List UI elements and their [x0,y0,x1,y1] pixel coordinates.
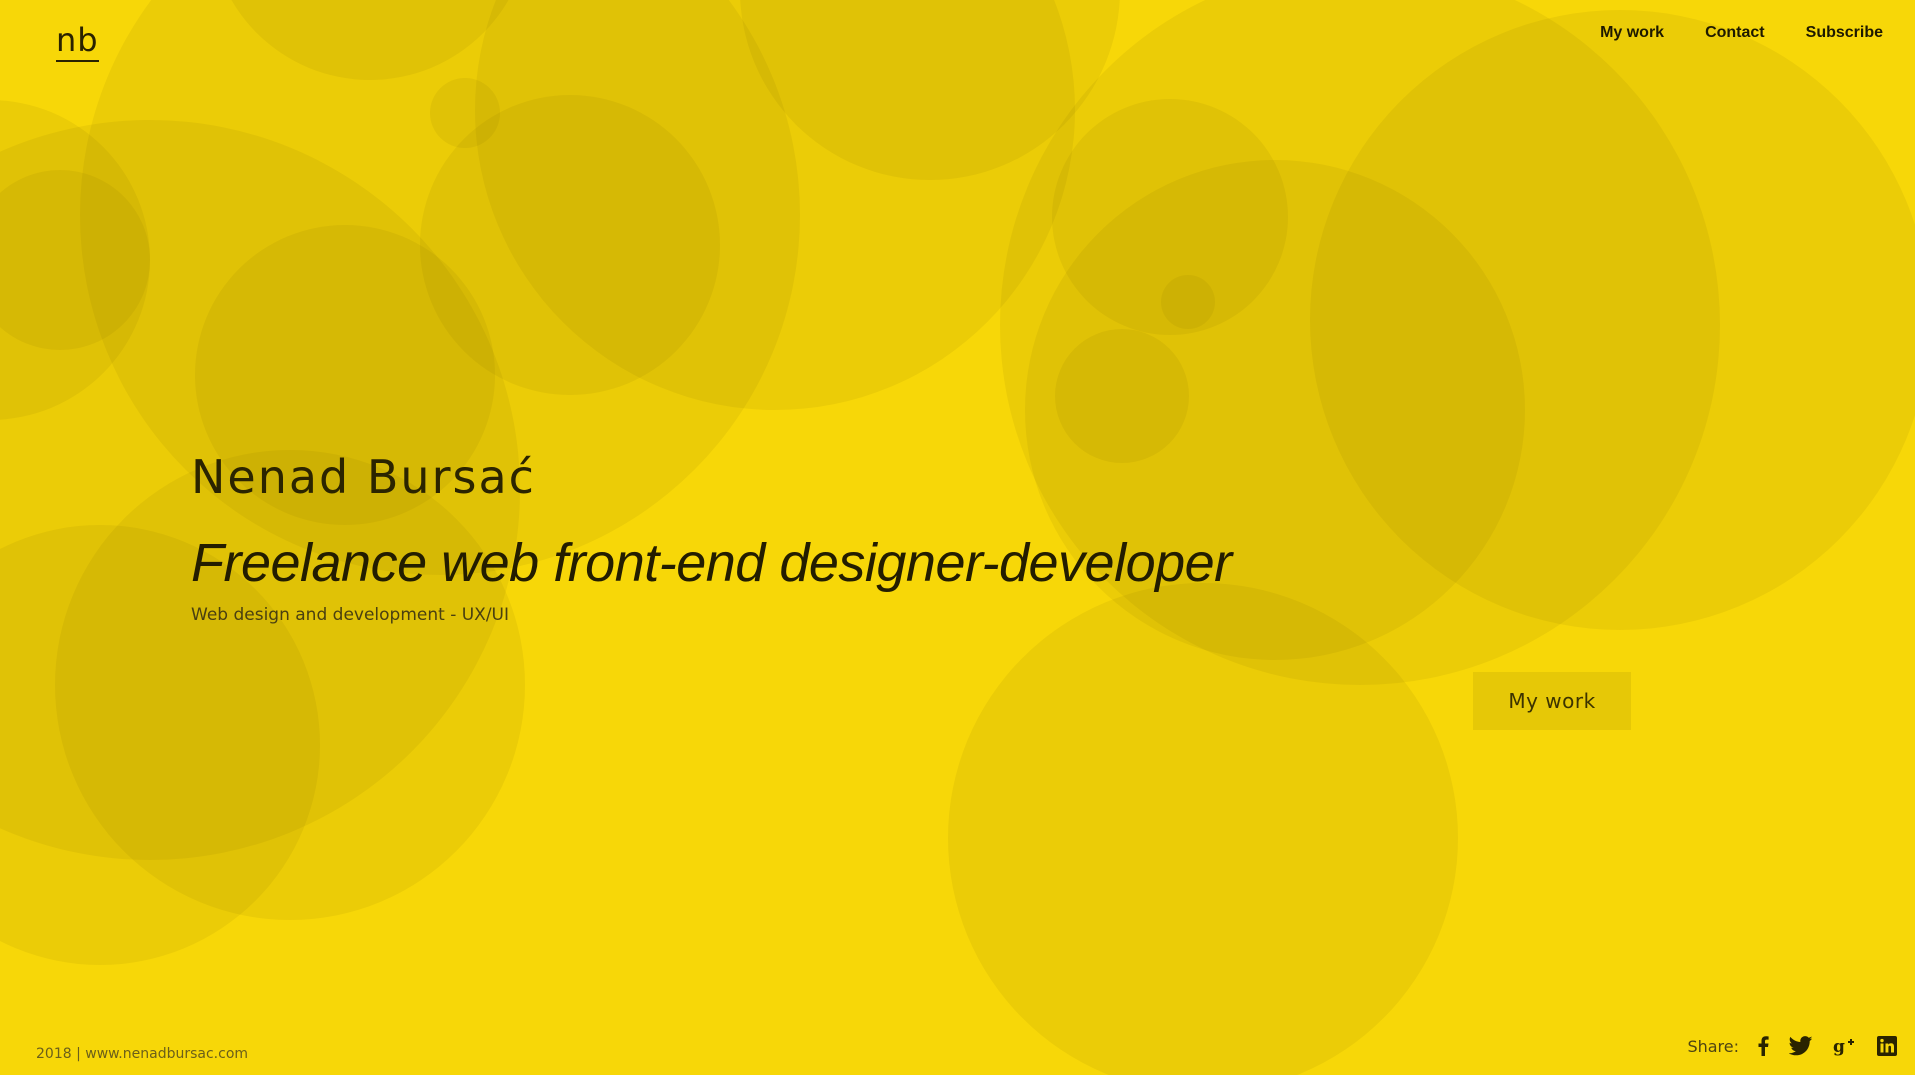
main-nav: My work Contact Subscribe [1600,22,1883,44]
nav-item-subscribe[interactable]: Subscribe [1806,22,1883,44]
svg-text:g: g [1833,1037,1845,1056]
site-logo[interactable]: nb [56,22,99,62]
google-plus-icon[interactable]: g [1833,1034,1857,1058]
hero-tagline: Freelance web front-end designer-develop… [191,533,1232,593]
hero-name: Nenad Bursać [191,450,536,504]
share-label: Share: [1687,1036,1739,1056]
linkedin-icon[interactable] [1877,1034,1897,1058]
nav-item-my-work[interactable]: My work [1600,22,1664,44]
footer-copyright: 2018 | www.nenadbursac.com [36,1046,249,1062]
nav-item-contact[interactable]: Contact [1705,22,1765,44]
hero-section: Nenad Bursać Freelance web front-end des… [191,448,1232,626]
hero-subline: Web design and development - UX/UI [191,605,510,625]
twitter-icon[interactable] [1789,1034,1813,1058]
facebook-icon[interactable] [1757,1034,1769,1058]
my-work-button[interactable]: My work [1473,672,1631,730]
share-bar: Share: g [1687,1034,1897,1058]
